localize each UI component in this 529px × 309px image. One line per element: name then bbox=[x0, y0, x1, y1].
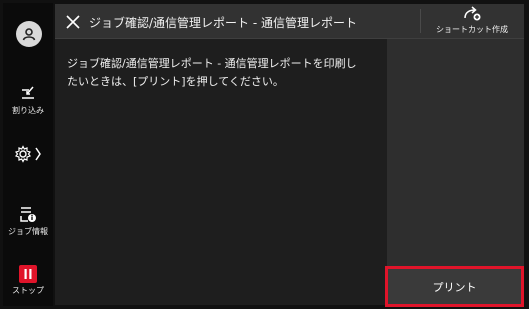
stop-icon bbox=[19, 265, 37, 283]
settings-button[interactable] bbox=[3, 144, 53, 164]
print-button[interactable]: プリント bbox=[385, 266, 524, 307]
interrupt-label: 割り込み bbox=[12, 106, 44, 115]
header-bar: ジョブ確認/通信管理レポート ‐ 通信管理レポート ショートカット作成 bbox=[55, 4, 524, 39]
stop-button[interactable]: ストップ bbox=[3, 265, 53, 296]
close-button[interactable] bbox=[63, 12, 83, 32]
left-rail: 割り込み ジョブ情報 ストップ bbox=[3, 3, 53, 306]
gear-icon bbox=[15, 145, 31, 163]
interrupt-icon bbox=[22, 86, 34, 99]
main-panel: ジョブ確認/通信管理レポート ‐ 通信管理レポート ショートカット作成 ジョブ確… bbox=[55, 4, 524, 305]
interrupt-button[interactable]: 割り込み bbox=[3, 83, 53, 116]
message-line-1: ジョブ確認/通信管理レポート ‐ 通信管理レポートを印刷し bbox=[67, 57, 357, 70]
user-avatar-button[interactable] bbox=[16, 21, 42, 47]
instruction-message: ジョブ確認/通信管理レポート ‐ 通信管理レポートを印刷し たいときは、[プリン… bbox=[67, 55, 372, 91]
stop-label: ストップ bbox=[12, 286, 44, 295]
message-line-2: たいときは、[プリント]を押してください。 bbox=[67, 75, 284, 88]
job-info-button[interactable]: ジョブ情報 bbox=[3, 204, 53, 237]
job-info-icon bbox=[20, 207, 36, 222]
shortcut-label: ショートカット作成 bbox=[436, 25, 508, 34]
close-icon bbox=[66, 15, 80, 29]
create-shortcut-button[interactable]: ショートカット作成 bbox=[422, 6, 522, 37]
shortcut-icon bbox=[464, 6, 481, 21]
message-area: ジョブ確認/通信管理レポート ‐ 通信管理レポートを印刷し たいときは、[プリン… bbox=[55, 39, 387, 305]
header-divider bbox=[420, 9, 421, 33]
job-info-label: ジョブ情報 bbox=[8, 227, 48, 236]
chevron-right-icon bbox=[35, 147, 41, 161]
page-title: ジョブ確認/通信管理レポート ‐ 通信管理レポート bbox=[89, 16, 358, 30]
user-icon bbox=[22, 28, 36, 41]
